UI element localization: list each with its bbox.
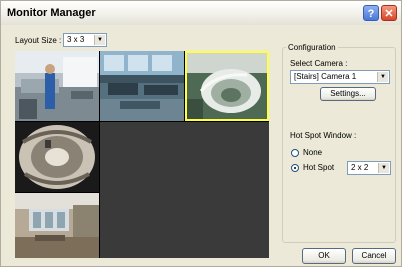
layout-size-value: 3 x 3 — [67, 35, 85, 44]
layout-size-label: Layout Size : — [15, 36, 62, 45]
camera-value: [Stairs] Camera 1 — [294, 72, 357, 81]
chevron-down-icon[interactable]: ▼ — [94, 35, 105, 45]
hotspot-size-value: 2 x 2 — [351, 163, 369, 172]
camera-cell-office-desk[interactable] — [15, 51, 99, 121]
radio-none[interactable] — [291, 149, 299, 157]
window-title: Monitor Manager — [7, 7, 96, 19]
hotspot-window-label: Hot Spot Window : — [290, 131, 357, 140]
camera-feed-image — [100, 51, 184, 121]
camera-dropdown[interactable]: [Stairs] Camera 1 ▼ — [290, 70, 390, 84]
camera-feed-image — [187, 53, 267, 119]
chevron-down-icon[interactable]: ▼ — [377, 72, 388, 82]
close-button[interactable]: ✕ — [381, 5, 397, 21]
camera-cell-fisheye[interactable] — [15, 122, 99, 192]
radio-hotspot-label: Hot Spot — [303, 163, 335, 172]
layout-size-dropdown[interactable]: 3 x 3 ▼ — [63, 33, 107, 47]
monitor-manager-dialog: Monitor Manager ? ✕ Layout Size : 3 x 3 … — [0, 0, 402, 267]
camera-cell-office-room[interactable] — [15, 193, 99, 258]
select-camera-label: Select Camera : — [290, 59, 348, 68]
camera-feed-image — [15, 193, 99, 258]
help-button[interactable]: ? — [363, 5, 379, 21]
camera-grid — [15, 51, 269, 258]
ok-button[interactable]: OK — [302, 248, 346, 264]
cancel-button[interactable]: Cancel — [352, 248, 396, 264]
camera-feed-image — [15, 122, 99, 192]
empty-camera-area — [100, 122, 269, 258]
radio-none-label: None — [303, 148, 323, 157]
hotspot-size-dropdown[interactable]: 2 x 2 ▼ — [347, 161, 391, 175]
settings-button[interactable]: Settings... — [320, 87, 376, 101]
radio-hotspot[interactable] — [291, 164, 299, 172]
title-bar: Monitor Manager ? ✕ — [1, 1, 401, 25]
configuration-legend: Configuration — [288, 43, 336, 52]
camera-cell-staircase-selected[interactable] — [185, 51, 269, 121]
chevron-down-icon[interactable]: ▼ — [378, 163, 389, 173]
camera-cell-open-office[interactable] — [100, 51, 184, 121]
camera-feed-image — [15, 51, 99, 121]
